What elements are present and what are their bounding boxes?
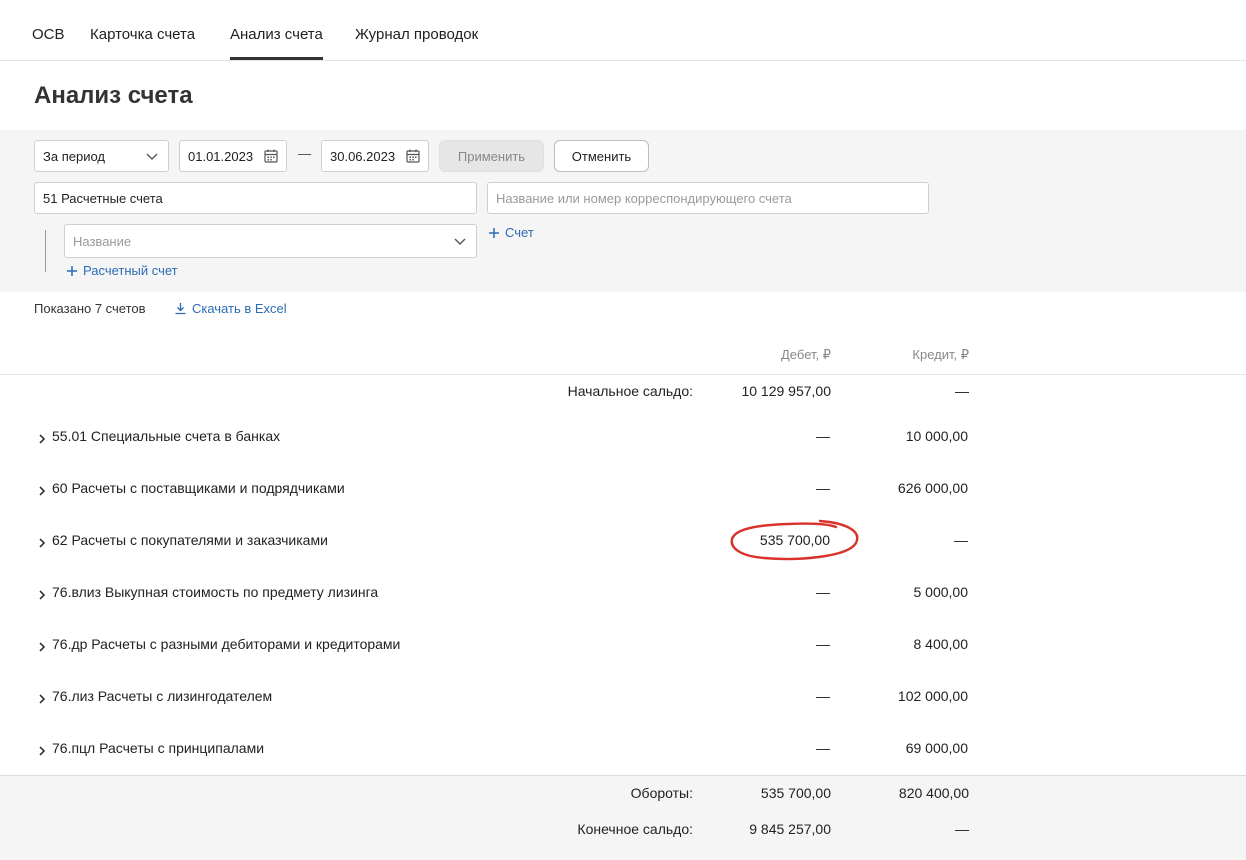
credit-value: 626 000,00 (897, 480, 968, 496)
account-name[interactable]: 60 Расчеты с поставщиками и подрядчиками (52, 480, 345, 496)
date-to-field[interactable]: 30.06.2023 (321, 140, 429, 172)
tab-account-analysis[interactable]: Анализ счета (230, 26, 323, 60)
download-excel-link[interactable]: Скачать в Excel (174, 301, 287, 316)
table-row[interactable]: 76.пцл Расчеты с принципалами — 69 000,0… (34, 740, 974, 764)
credit-value: 69 000,00 (905, 740, 968, 756)
credit-column-header: Кредит, ₽ (912, 347, 969, 362)
debit-column-header: Дебет, ₽ (781, 347, 831, 362)
shown-count: Показано 7 счетов (34, 301, 146, 316)
credit-value: 8 400,00 (913, 636, 969, 652)
chevron-down-icon (146, 153, 158, 160)
table-row[interactable]: 62 Расчеты с покупателями и заказчиками … (34, 532, 974, 556)
account-name[interactable]: 76.др Расчеты с разными дебиторами и кре… (52, 636, 400, 652)
calendar-icon[interactable] (405, 148, 421, 164)
calendar-icon[interactable] (263, 148, 279, 164)
chevron-right-icon[interactable] (36, 433, 48, 445)
add-bank-account-link[interactable]: Расчетный счет (66, 263, 178, 278)
closing-credit-value: — (955, 821, 969, 837)
download-excel-label: Скачать в Excel (192, 301, 287, 316)
table-row[interactable]: 60 Расчеты с поставщиками и подрядчиками… (34, 480, 974, 504)
opening-credit-value: — (955, 383, 969, 399)
debit-value: — (816, 480, 830, 496)
table-row[interactable]: 76.др Расчеты с разными дебиторами и кре… (34, 636, 974, 660)
header-divider (0, 374, 1246, 375)
account-name[interactable]: 76.лиз Расчеты с лизингодателем (52, 688, 272, 704)
table-row[interactable]: 76.лиз Расчеты с лизингодателем — 102 00… (34, 688, 974, 712)
account-field[interactable]: 51 Расчетные счета (34, 182, 477, 214)
date-from-field[interactable]: 01.01.2023 (179, 140, 287, 172)
tree-connector-line (45, 230, 46, 272)
account-name[interactable]: 55.01 Специальные счета в банках (52, 428, 280, 444)
table-row[interactable]: 76.влиз Выкупная стоимость по предмету л… (34, 584, 974, 608)
account-name[interactable]: 76.влиз Выкупная стоимость по предмету л… (52, 584, 378, 600)
account-field-value: 51 Расчетные счета (43, 190, 163, 206)
opening-balance-label: Начальное сальдо: (567, 383, 693, 399)
credit-value: 10 000,00 (905, 428, 968, 444)
opening-debit-value: 10 129 957,00 (741, 383, 831, 399)
debit-value: — (816, 688, 830, 704)
chevron-right-icon[interactable] (36, 485, 48, 497)
credit-value: 102 000,00 (897, 688, 968, 704)
debit-value: 535 700,00 (759, 532, 830, 548)
download-icon (175, 303, 186, 315)
turnover-label: Обороты: (630, 785, 693, 801)
date-from-value: 01.01.2023 (188, 148, 254, 164)
totals-footer (0, 775, 1246, 860)
tab-osv[interactable]: ОСВ (32, 26, 65, 60)
closing-debit-value: 9 845 257,00 (749, 821, 831, 837)
apply-button[interactable]: Применить (439, 140, 544, 172)
chevron-right-icon[interactable] (36, 537, 48, 549)
corr-account-input[interactable]: Название или номер корреспондирующего сч… (487, 182, 929, 214)
chevron-right-icon[interactable] (36, 641, 48, 653)
chevron-right-icon[interactable] (36, 589, 48, 601)
tab-journal[interactable]: Журнал проводок (355, 26, 478, 60)
corr-account-placeholder: Название или номер корреспондирующего сч… (496, 190, 792, 206)
plus-icon (489, 227, 499, 238)
chevron-down-icon (454, 238, 466, 245)
debit-value: — (816, 584, 830, 600)
debit-value: — (816, 428, 830, 444)
account-name[interactable]: 62 Расчеты с покупателями и заказчиками (52, 532, 328, 548)
date-to-value: 30.06.2023 (330, 148, 396, 164)
bank-account-name-placeholder: Название (73, 233, 132, 249)
add-account-label: Счет (505, 225, 534, 240)
account-name[interactable]: 76.пцл Расчеты с принципалами (52, 740, 264, 756)
period-select-value: За период (43, 148, 105, 164)
page-title: Анализ счета (34, 82, 193, 109)
debit-value: — (816, 740, 830, 756)
turnover-debit-value: 535 700,00 (760, 785, 831, 801)
tab-account-card[interactable]: Карточка счета (90, 26, 195, 60)
credit-value: 5 000,00 (913, 584, 969, 600)
chevron-right-icon[interactable] (36, 693, 48, 705)
table-row[interactable]: 55.01 Специальные счета в банках — 10 00… (34, 428, 974, 452)
date-range-separator: — (298, 146, 311, 161)
bank-account-name-select[interactable]: Название (64, 224, 477, 258)
plus-icon (67, 265, 77, 276)
tab-bar: ОСВ Карточка счета Анализ счета Журнал п… (0, 0, 1246, 61)
add-bank-account-label: Расчетный счет (83, 263, 178, 278)
add-account-link[interactable]: Счет (488, 225, 534, 240)
closing-balance-label: Конечное сальдо: (577, 821, 693, 837)
debit-value: — (816, 636, 830, 652)
turnover-credit-value: 820 400,00 (898, 785, 969, 801)
period-select[interactable]: За период (34, 140, 169, 172)
cancel-button[interactable]: Отменить (554, 140, 649, 172)
credit-value: — (954, 532, 968, 548)
chevron-right-icon[interactable] (36, 745, 48, 757)
